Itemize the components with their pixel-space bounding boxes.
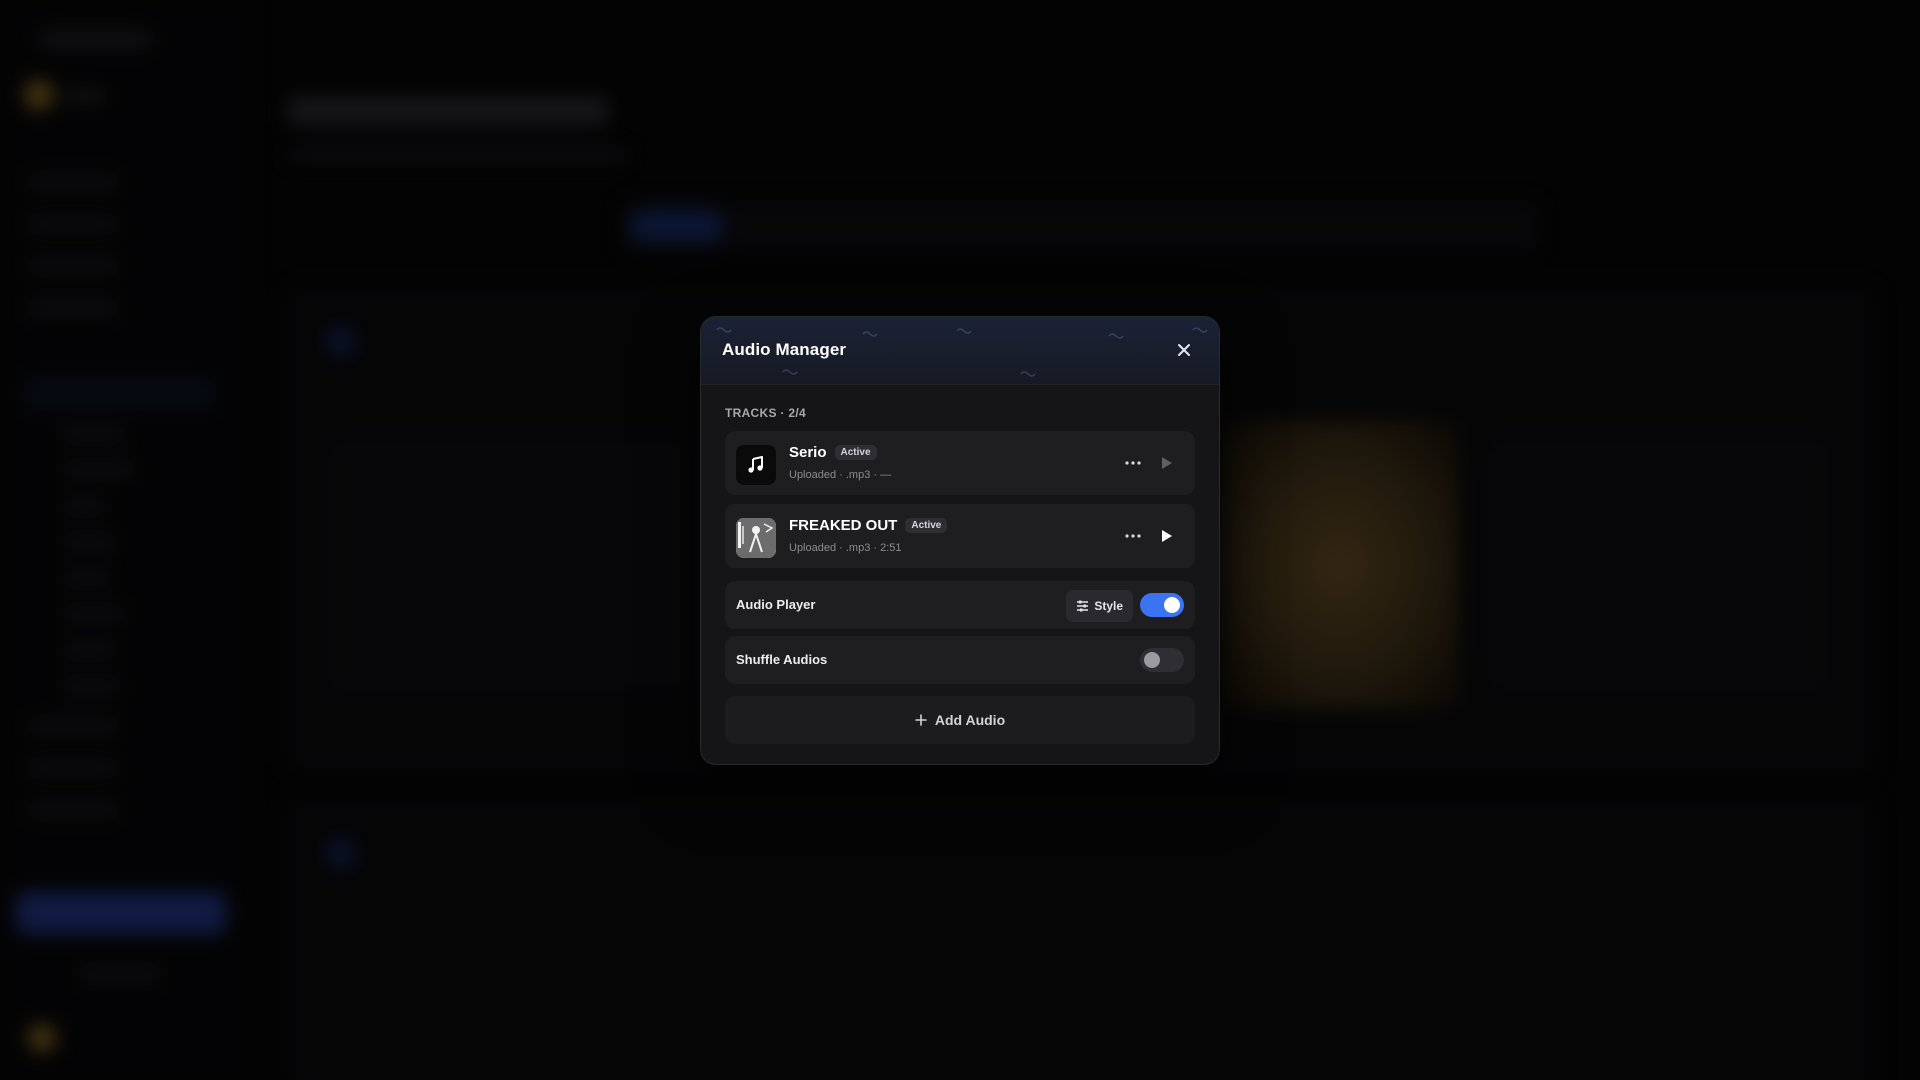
decorative-link-icon [1108,333,1124,339]
audio-player-row: Audio Player Style [725,581,1195,629]
track-meta: Uploaded · .mp3 · 2:51 [789,542,902,554]
decorative-link-icon [1192,327,1208,333]
plus-icon [915,714,927,726]
status-badge: Active [834,445,877,460]
status-badge: Active [905,518,948,533]
play-icon [1162,530,1172,542]
play-icon [1162,457,1172,469]
shuffle-label: Shuffle Audios [736,652,828,667]
audio-player-toggle[interactable] [1140,593,1184,617]
close-icon [1178,344,1190,356]
decorative-link-icon [782,369,798,375]
track-title: Serio Active [789,444,877,461]
add-audio-button[interactable]: Add Audio [725,696,1195,744]
track-more-button[interactable] [1123,526,1143,546]
track-item[interactable]: FREAKED OUT Active Uploaded · .mp3 · 2:51 [725,504,1195,568]
tracks-section-label: TRACKS · 2/4 [725,406,806,420]
decorative-link-icon [1020,371,1036,377]
modal-title: Audio Manager [722,340,847,359]
sliders-icon [1077,600,1089,612]
track-play-button[interactable] [1155,451,1179,475]
track-more-button[interactable] [1123,453,1143,473]
track-title-text: Serio [789,444,827,461]
style-button-label: Style [1094,599,1123,613]
more-horizontal-icon [1125,461,1141,465]
music-note-icon [748,456,763,473]
shuffle-toggle[interactable] [1140,648,1184,672]
decorative-link-icon [956,328,972,334]
decorative-link-icon [716,327,732,333]
album-art [736,518,776,558]
audio-player-label: Audio Player [736,597,816,612]
track-title: FREAKED OUT Active [789,517,948,534]
more-horizontal-icon [1125,534,1141,538]
add-audio-label: Add Audio [934,712,1006,728]
track-play-button[interactable] [1155,524,1179,548]
toggle-knob [1164,597,1180,613]
track-thumbnail [736,445,776,485]
style-button[interactable]: Style [1066,590,1133,622]
track-title-text: FREAKED OUT [789,517,898,534]
close-button[interactable] [1173,339,1195,361]
shuffle-row: Shuffle Audios [725,636,1195,684]
modal-header: Audio Manager [701,317,1219,385]
track-meta: Uploaded · .mp3 · — [789,469,892,481]
track-item[interactable]: Serio Active Uploaded · .mp3 · — [725,431,1195,495]
track-thumbnail [736,518,776,558]
toggle-knob [1144,652,1160,668]
audio-manager-modal: Audio Manager TRACKS · 2/4 Serio Active U… [700,316,1220,765]
decorative-link-icon [862,331,878,337]
